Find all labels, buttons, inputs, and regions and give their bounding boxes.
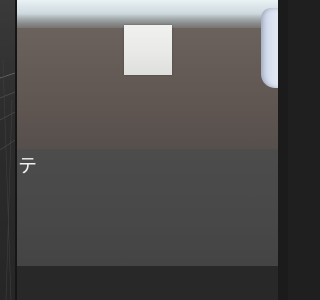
game-view-viewport[interactable]: [17, 0, 278, 300]
scene-grid-lines: [0, 59, 15, 300]
scene-view-panel[interactable]: [0, 0, 15, 300]
ui-text-label: テ: [18, 155, 38, 177]
white-cube-object: [124, 25, 172, 75]
ui-bottom-bar: [17, 266, 278, 300]
ground-plane-near: [17, 150, 278, 266]
unity-editor-fragment: テ: [0, 0, 288, 300]
panel-divider-right[interactable]: [278, 0, 288, 300]
side-capsule-object: [261, 8, 278, 88]
